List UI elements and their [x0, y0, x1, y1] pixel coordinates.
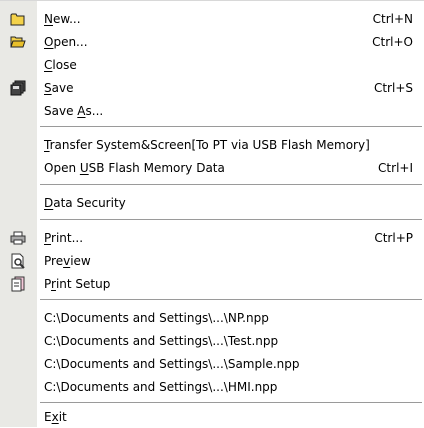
shortcut-text: Ctrl+P: [374, 230, 413, 245]
menu-separator: [40, 126, 422, 127]
menu-item-label: Save: [44, 80, 74, 95]
menu-item-label: Print Setup: [44, 276, 111, 291]
menu-separator: [40, 184, 422, 185]
folder-open-icon: [10, 34, 26, 50]
shortcut-text: Ctrl+S: [373, 80, 413, 95]
menu-item-save-as[interactable]: Save As...: [0, 99, 424, 122]
recent-file-item[interactable]: C:\Documents and Settings\...\HMI.npp: [0, 375, 424, 398]
menu-item-transfer[interactable]: Transfer System&Screen[To PT via USB Fla…: [0, 133, 424, 156]
menu-item-print-setup[interactable]: Print Setup: [0, 272, 424, 295]
menu-separator: [40, 299, 422, 300]
menu-item-label: Open...: [44, 34, 88, 49]
menu-separator: [40, 402, 422, 403]
menu-item-preview[interactable]: Preview: [0, 249, 424, 272]
menu-item-label: Open USB Flash Memory Data: [44, 160, 225, 175]
menu-item-label: Close: [44, 57, 77, 72]
recent-file-label: C:\Documents and Settings\...\Test.npp: [44, 333, 279, 348]
menu-item-label: Print...: [44, 230, 84, 245]
folder-new-icon: [10, 11, 26, 27]
menu-item-save[interactable]: Save Ctrl+S: [0, 76, 424, 99]
print-preview-icon: [10, 253, 26, 269]
menu-item-label: Save As...: [44, 103, 104, 118]
save-icon: [10, 80, 26, 96]
menu-item-print[interactable]: Print... Ctrl+P: [0, 226, 424, 249]
file-menu: New... Ctrl+N Open... Ctrl+O Close Save …: [0, 0, 424, 427]
menu-item-label: Data Security: [44, 195, 126, 210]
recent-file-label: C:\Documents and Settings\...\HMI.npp: [44, 379, 278, 394]
recent-file-item[interactable]: C:\Documents and Settings\...\NP.npp: [0, 306, 424, 329]
menu-item-new[interactable]: New... Ctrl+N: [0, 7, 424, 30]
menu-item-close[interactable]: Close: [0, 53, 424, 76]
menu-item-open-usb[interactable]: Open USB Flash Memory Data Ctrl+I: [0, 156, 424, 179]
menu-separator: [40, 219, 422, 220]
recent-file-label: C:\Documents and Settings\...\Sample.npp: [44, 356, 300, 371]
printer-icon: [10, 230, 26, 246]
recent-file-label: C:\Documents and Settings\...\NP.npp: [44, 310, 269, 325]
menu-item-label: Transfer System&Screen[To PT via USB Fla…: [44, 137, 370, 152]
menu-item-open[interactable]: Open... Ctrl+O: [0, 30, 424, 53]
shortcut-text: Ctrl+N: [372, 11, 413, 26]
menu-item-exit[interactable]: Exit: [0, 405, 424, 428]
recent-file-item[interactable]: C:\Documents and Settings\...\Sample.npp: [0, 352, 424, 375]
shortcut-text: Ctrl+O: [372, 34, 413, 49]
print-setup-icon: [10, 276, 26, 292]
menu-item-label: Preview: [44, 253, 91, 268]
menu-item-label: New...: [44, 11, 81, 26]
shortcut-text: Ctrl+I: [378, 160, 413, 175]
recent-file-item[interactable]: C:\Documents and Settings\...\Test.npp: [0, 329, 424, 352]
menu-item-data-security[interactable]: Data Security: [0, 191, 424, 214]
menu-item-label: Exit: [44, 409, 67, 424]
